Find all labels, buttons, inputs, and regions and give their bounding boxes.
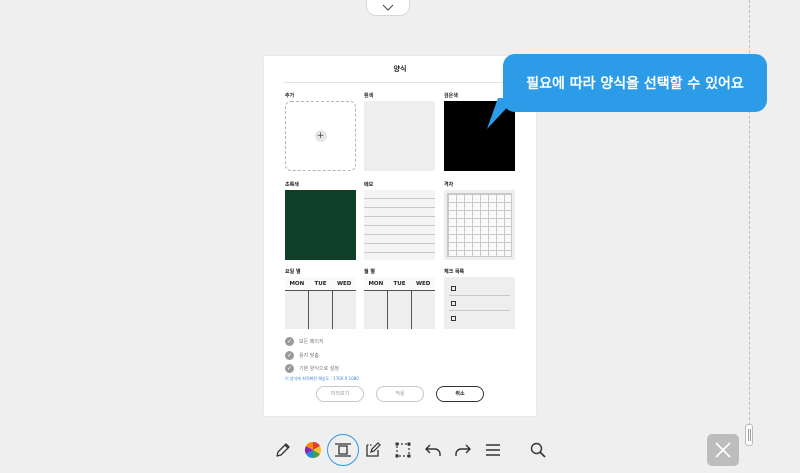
close-button[interactable] xyxy=(707,434,739,466)
tile-label: 메모 xyxy=(364,182,374,188)
apply-button[interactable]: 적용 xyxy=(376,386,424,402)
edit-page-icon xyxy=(366,442,381,457)
pencil-button[interactable] xyxy=(267,434,299,466)
divider xyxy=(284,82,516,83)
day-label: TUE xyxy=(314,281,327,287)
day-label: TUE xyxy=(393,281,406,287)
day-label: WED xyxy=(336,281,352,287)
scroll-handle[interactable] xyxy=(745,424,753,446)
template-icon xyxy=(335,443,351,457)
add-template-box[interactable]: + xyxy=(285,101,356,171)
pencil-icon xyxy=(276,443,290,457)
tile-memo[interactable]: 메모 xyxy=(364,181,435,260)
option-label: 모든 페이지 xyxy=(299,338,324,345)
tile-white[interactable]: 흰색 xyxy=(364,92,435,171)
menu-icon xyxy=(486,444,500,456)
day-label: MON xyxy=(368,281,384,287)
option-label: 용지 맞춤 xyxy=(299,352,319,359)
checklist-preview[interactable] xyxy=(444,277,515,329)
tile-checklist[interactable]: 체크 목록 xyxy=(444,268,515,329)
tile-green[interactable]: 초록색 xyxy=(285,181,356,260)
menu-button[interactable] xyxy=(477,434,509,466)
search-button[interactable] xyxy=(522,434,554,466)
tile-weekly[interactable]: 요일 별 MON TUE WED xyxy=(285,268,356,329)
tile-label: 월 별 xyxy=(364,269,375,275)
resolution-hint: 이 양식에 최적화된 해상도 : 1760 X 1080 xyxy=(285,376,359,381)
cancel-button[interactable]: 취소 xyxy=(436,386,484,402)
tile-label: 요일 별 xyxy=(285,269,301,275)
weekly-preview[interactable]: MON TUE WED xyxy=(285,277,356,329)
collapse-handle[interactable] xyxy=(366,0,410,16)
memo-preview[interactable] xyxy=(364,190,435,260)
white-preview[interactable] xyxy=(364,101,435,171)
search-icon xyxy=(530,442,546,458)
dialog-title: 양식 xyxy=(393,65,407,73)
checkbox-icon xyxy=(451,316,456,321)
undo-icon xyxy=(425,444,441,456)
grid-preview[interactable] xyxy=(444,190,515,260)
tooltip-tail xyxy=(487,98,516,129)
preview-button[interactable]: 미리보기 xyxy=(316,386,364,402)
plus-icon[interactable]: + xyxy=(314,130,327,142)
day-label: MON xyxy=(289,281,305,287)
tile-label: 격자 xyxy=(444,182,454,188)
tile-label: 초록색 xyxy=(285,182,299,188)
monthly-preview[interactable]: MON TUE WED xyxy=(364,277,435,329)
chevron-down-icon xyxy=(382,4,394,11)
tooltip-bubble: 필요에 따라 양식을 선택할 수 있어요 xyxy=(503,54,767,112)
checkbox-icon xyxy=(451,300,456,306)
redo-icon xyxy=(455,444,471,456)
select-button[interactable] xyxy=(387,434,419,466)
option-label: 기본 양식으로 설정 xyxy=(299,365,339,372)
green-preview[interactable] xyxy=(285,190,356,260)
tile-grid[interactable]: 격자 xyxy=(444,181,515,260)
checkbox-icon xyxy=(451,285,456,291)
tile-monthly[interactable]: 월 별 MON TUE WED xyxy=(364,268,435,329)
select-icon xyxy=(395,442,411,458)
undo-button[interactable] xyxy=(417,434,449,466)
option-all-pages[interactable]: ✓ 모든 페이지 xyxy=(285,336,324,346)
check-circle-icon[interactable]: ✓ xyxy=(285,336,294,346)
redo-button[interactable] xyxy=(447,434,479,466)
tile-add[interactable]: 추가 + xyxy=(285,92,356,171)
day-label: WED xyxy=(415,281,431,287)
color-wheel-icon xyxy=(304,441,322,459)
color-button[interactable] xyxy=(297,434,329,466)
tile-label: 추가 xyxy=(285,93,295,99)
template-button[interactable] xyxy=(327,434,359,466)
close-icon xyxy=(715,442,731,458)
edit-page-button[interactable] xyxy=(357,434,389,466)
check-circle-icon[interactable]: ✓ xyxy=(285,363,294,373)
check-circle-icon[interactable]: ✓ xyxy=(285,350,294,360)
tile-label: 체크 목록 xyxy=(444,269,465,275)
option-fit-paper[interactable]: ✓ 용지 맞춤 xyxy=(285,350,319,360)
option-set-default[interactable]: ✓ 기본 양식으로 설정 xyxy=(285,363,339,373)
tooltip-text: 필요에 따라 양식을 선택할 수 있어요 xyxy=(526,76,744,92)
tile-label: 흰색 xyxy=(364,93,374,99)
